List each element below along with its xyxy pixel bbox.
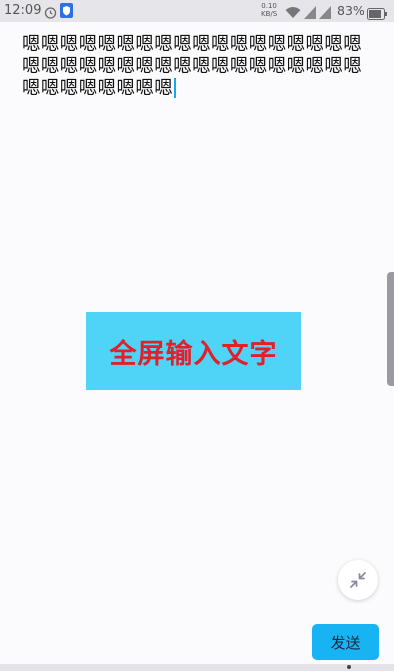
banner-text: 全屏输入文字 [109, 338, 278, 370]
signal-icon [319, 4, 331, 23]
input-text: 嗯嗯嗯嗯嗯嗯嗯嗯嗯嗯嗯嗯嗯嗯嗯嗯嗯嗯嗯嗯嗯嗯嗯嗯嗯嗯嗯嗯嗯嗯嗯嗯嗯嗯嗯嗯嗯嗯嗯嗯… [22, 34, 363, 99]
text-input-area[interactable]: 嗯嗯嗯嗯嗯嗯嗯嗯嗯嗯嗯嗯嗯嗯嗯嗯嗯嗯嗯嗯嗯嗯嗯嗯嗯嗯嗯嗯嗯嗯嗯嗯嗯嗯嗯嗯嗯嗯嗯嗯… [22, 34, 370, 100]
net-speed-value: 0.10 [261, 2, 277, 10]
alarm-icon [44, 4, 57, 23]
nav-indicator-dot [347, 665, 351, 669]
status-time: 12:09 [4, 3, 42, 18]
net-speed: 0.10 KB/S [261, 2, 277, 18]
collapse-arrows-icon [350, 572, 366, 588]
net-speed-unit: KB/S [261, 10, 278, 18]
shield-icon [60, 3, 73, 22]
send-button[interactable]: 发送 [312, 624, 379, 660]
fullscreen-input-sheet: 嗯嗯嗯嗯嗯嗯嗯嗯嗯嗯嗯嗯嗯嗯嗯嗯嗯嗯嗯嗯嗯嗯嗯嗯嗯嗯嗯嗯嗯嗯嗯嗯嗯嗯嗯嗯嗯嗯嗯嗯… [0, 22, 394, 664]
signal-icon [304, 4, 316, 23]
wifi-icon [285, 4, 301, 23]
status-bar: 12:09 0.10 KB/S 83% [0, 0, 394, 22]
battery-percent: 83% [337, 3, 365, 18]
navigation-strip [0, 664, 394, 671]
promo-banner: 全屏输入文字 [86, 312, 301, 390]
side-scroll-handle[interactable] [387, 272, 394, 386]
collapse-button[interactable] [338, 560, 378, 600]
text-caret [174, 78, 177, 98]
